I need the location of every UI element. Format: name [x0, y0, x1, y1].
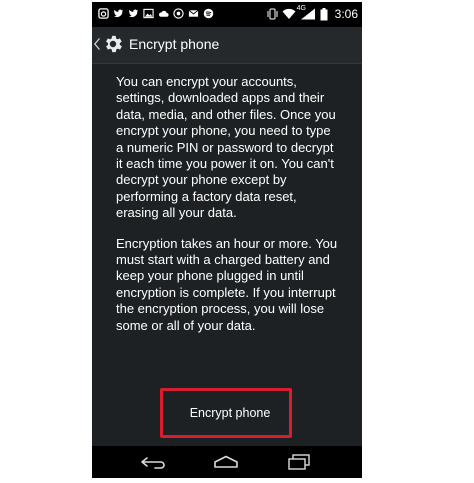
cell-signal: 4G: [297, 5, 316, 20]
navigation-bar: [92, 446, 362, 478]
home-icon[interactable]: [212, 455, 240, 469]
description-paragraph-2: Encryption takes an hour or more. You mu…: [116, 235, 338, 333]
notification-icons: [98, 8, 214, 19]
button-highlight-box: [160, 388, 292, 438]
description-text: You can encrypt your accounts, settings,…: [116, 74, 340, 348]
system-icons: 4G 3:06: [267, 5, 358, 21]
email-icon: [188, 9, 199, 17]
spotify-icon: [203, 8, 214, 19]
twitter-icon: [128, 9, 139, 18]
action-bar: Encrypt phone: [92, 27, 362, 64]
status-bar: 4G 3:06: [92, 2, 362, 27]
twitter-icon: [113, 9, 124, 18]
signal-icon: [300, 8, 315, 20]
cloud-icon: [158, 10, 169, 17]
settings-gear-icon[interactable]: [102, 33, 124, 55]
wifi-icon: [282, 8, 296, 19]
description-paragraph-1: You can encrypt your accounts, settings,…: [116, 74, 336, 221]
chrome-icon: [173, 8, 184, 19]
recent-apps-icon[interactable]: [287, 454, 311, 470]
back-icon[interactable]: [139, 455, 167, 469]
photo-icon: [143, 8, 154, 19]
up-chevron-icon[interactable]: [94, 38, 100, 50]
instagram-icon: [98, 8, 109, 19]
vibrate-icon: [267, 8, 278, 20]
battery-icon: [320, 7, 328, 20]
page-title: Encrypt phone: [129, 36, 220, 52]
status-clock: 3:06: [334, 7, 358, 21]
